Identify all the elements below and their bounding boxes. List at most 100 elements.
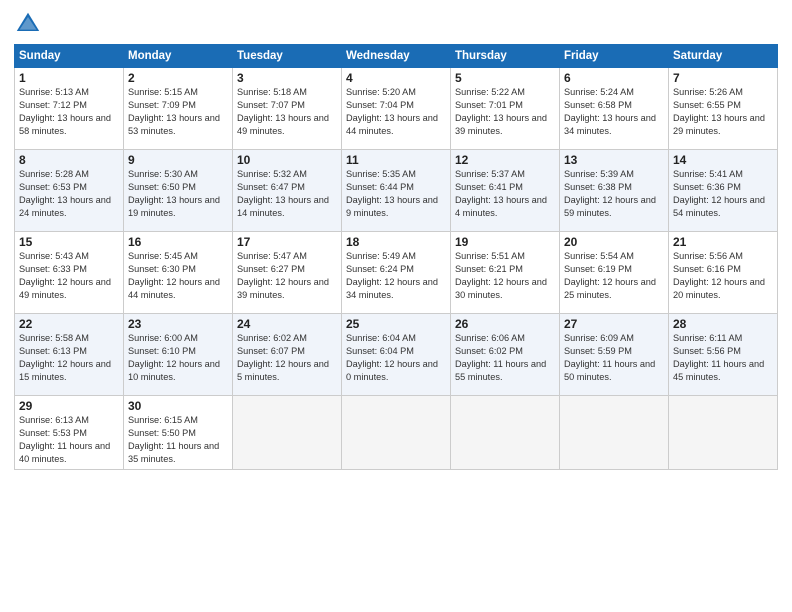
table-row	[451, 396, 560, 470]
table-row	[233, 396, 342, 470]
table-row: 20Sunrise: 5:54 AMSunset: 6:19 PMDayligh…	[560, 232, 669, 314]
table-row: 26Sunrise: 6:06 AMSunset: 6:02 PMDayligh…	[451, 314, 560, 396]
day-info: Sunrise: 5:37 AMSunset: 6:41 PMDaylight:…	[455, 168, 555, 220]
table-row: 10Sunrise: 5:32 AMSunset: 6:47 PMDayligh…	[233, 150, 342, 232]
day-number: 24	[237, 317, 337, 331]
day-info: Sunrise: 5:24 AMSunset: 6:58 PMDaylight:…	[564, 86, 664, 138]
day-info: Sunrise: 6:02 AMSunset: 6:07 PMDaylight:…	[237, 332, 337, 384]
day-number: 22	[19, 317, 119, 331]
day-number: 7	[673, 71, 773, 85]
day-info: Sunrise: 6:00 AMSunset: 6:10 PMDaylight:…	[128, 332, 228, 384]
table-row: 8Sunrise: 5:28 AMSunset: 6:53 PMDaylight…	[15, 150, 124, 232]
table-row: 24Sunrise: 6:02 AMSunset: 6:07 PMDayligh…	[233, 314, 342, 396]
table-row: 7Sunrise: 5:26 AMSunset: 6:55 PMDaylight…	[669, 68, 778, 150]
day-info: Sunrise: 5:15 AMSunset: 7:09 PMDaylight:…	[128, 86, 228, 138]
day-number: 17	[237, 235, 337, 249]
day-number: 11	[346, 153, 446, 167]
table-row: 1Sunrise: 5:13 AMSunset: 7:12 PMDaylight…	[15, 68, 124, 150]
day-number: 14	[673, 153, 773, 167]
day-info: Sunrise: 5:28 AMSunset: 6:53 PMDaylight:…	[19, 168, 119, 220]
col-header-wednesday: Wednesday	[342, 45, 451, 68]
table-row	[560, 396, 669, 470]
day-info: Sunrise: 5:47 AMSunset: 6:27 PMDaylight:…	[237, 250, 337, 302]
day-info: Sunrise: 5:18 AMSunset: 7:07 PMDaylight:…	[237, 86, 337, 138]
day-number: 27	[564, 317, 664, 331]
day-info: Sunrise: 5:43 AMSunset: 6:33 PMDaylight:…	[19, 250, 119, 302]
day-info: Sunrise: 6:15 AMSunset: 5:50 PMDaylight:…	[128, 414, 228, 466]
day-number: 28	[673, 317, 773, 331]
day-info: Sunrise: 5:39 AMSunset: 6:38 PMDaylight:…	[564, 168, 664, 220]
col-header-monday: Monday	[124, 45, 233, 68]
col-header-tuesday: Tuesday	[233, 45, 342, 68]
table-row: 9Sunrise: 5:30 AMSunset: 6:50 PMDaylight…	[124, 150, 233, 232]
day-number: 12	[455, 153, 555, 167]
table-row: 19Sunrise: 5:51 AMSunset: 6:21 PMDayligh…	[451, 232, 560, 314]
day-number: 1	[19, 71, 119, 85]
day-info: Sunrise: 5:56 AMSunset: 6:16 PMDaylight:…	[673, 250, 773, 302]
table-row: 27Sunrise: 6:09 AMSunset: 5:59 PMDayligh…	[560, 314, 669, 396]
table-row: 21Sunrise: 5:56 AMSunset: 6:16 PMDayligh…	[669, 232, 778, 314]
table-row: 4Sunrise: 5:20 AMSunset: 7:04 PMDaylight…	[342, 68, 451, 150]
table-row: 23Sunrise: 6:00 AMSunset: 6:10 PMDayligh…	[124, 314, 233, 396]
day-number: 29	[19, 399, 119, 413]
day-number: 15	[19, 235, 119, 249]
table-row: 17Sunrise: 5:47 AMSunset: 6:27 PMDayligh…	[233, 232, 342, 314]
col-header-friday: Friday	[560, 45, 669, 68]
day-info: Sunrise: 5:51 AMSunset: 6:21 PMDaylight:…	[455, 250, 555, 302]
day-info: Sunrise: 5:54 AMSunset: 6:19 PMDaylight:…	[564, 250, 664, 302]
day-info: Sunrise: 5:45 AMSunset: 6:30 PMDaylight:…	[128, 250, 228, 302]
day-info: Sunrise: 5:22 AMSunset: 7:01 PMDaylight:…	[455, 86, 555, 138]
table-row: 18Sunrise: 5:49 AMSunset: 6:24 PMDayligh…	[342, 232, 451, 314]
header	[14, 10, 778, 38]
day-number: 5	[455, 71, 555, 85]
day-info: Sunrise: 5:20 AMSunset: 7:04 PMDaylight:…	[346, 86, 446, 138]
day-info: Sunrise: 5:49 AMSunset: 6:24 PMDaylight:…	[346, 250, 446, 302]
day-number: 26	[455, 317, 555, 331]
table-row: 2Sunrise: 5:15 AMSunset: 7:09 PMDaylight…	[124, 68, 233, 150]
day-info: Sunrise: 5:26 AMSunset: 6:55 PMDaylight:…	[673, 86, 773, 138]
table-row: 29Sunrise: 6:13 AMSunset: 5:53 PMDayligh…	[15, 396, 124, 470]
day-info: Sunrise: 6:04 AMSunset: 6:04 PMDaylight:…	[346, 332, 446, 384]
day-info: Sunrise: 6:13 AMSunset: 5:53 PMDaylight:…	[19, 414, 119, 466]
logo-icon	[14, 10, 42, 38]
day-number: 21	[673, 235, 773, 249]
day-number: 4	[346, 71, 446, 85]
day-number: 30	[128, 399, 228, 413]
day-number: 8	[19, 153, 119, 167]
table-row	[669, 396, 778, 470]
day-info: Sunrise: 5:58 AMSunset: 6:13 PMDaylight:…	[19, 332, 119, 384]
table-row: 22Sunrise: 5:58 AMSunset: 6:13 PMDayligh…	[15, 314, 124, 396]
day-info: Sunrise: 5:32 AMSunset: 6:47 PMDaylight:…	[237, 168, 337, 220]
day-number: 10	[237, 153, 337, 167]
day-number: 6	[564, 71, 664, 85]
table-row: 12Sunrise: 5:37 AMSunset: 6:41 PMDayligh…	[451, 150, 560, 232]
day-info: Sunrise: 5:35 AMSunset: 6:44 PMDaylight:…	[346, 168, 446, 220]
table-row: 6Sunrise: 5:24 AMSunset: 6:58 PMDaylight…	[560, 68, 669, 150]
col-header-thursday: Thursday	[451, 45, 560, 68]
day-number: 23	[128, 317, 228, 331]
day-number: 25	[346, 317, 446, 331]
table-row	[342, 396, 451, 470]
day-number: 9	[128, 153, 228, 167]
table-row: 5Sunrise: 5:22 AMSunset: 7:01 PMDaylight…	[451, 68, 560, 150]
day-number: 16	[128, 235, 228, 249]
table-row: 14Sunrise: 5:41 AMSunset: 6:36 PMDayligh…	[669, 150, 778, 232]
col-header-saturday: Saturday	[669, 45, 778, 68]
day-info: Sunrise: 6:06 AMSunset: 6:02 PMDaylight:…	[455, 332, 555, 384]
day-info: Sunrise: 5:41 AMSunset: 6:36 PMDaylight:…	[673, 168, 773, 220]
col-header-sunday: Sunday	[15, 45, 124, 68]
logo	[14, 10, 46, 38]
calendar-table: SundayMondayTuesdayWednesdayThursdayFrid…	[14, 44, 778, 470]
table-row: 15Sunrise: 5:43 AMSunset: 6:33 PMDayligh…	[15, 232, 124, 314]
day-number: 2	[128, 71, 228, 85]
table-row: 25Sunrise: 6:04 AMSunset: 6:04 PMDayligh…	[342, 314, 451, 396]
day-number: 13	[564, 153, 664, 167]
day-number: 19	[455, 235, 555, 249]
day-info: Sunrise: 6:09 AMSunset: 5:59 PMDaylight:…	[564, 332, 664, 384]
table-row: 30Sunrise: 6:15 AMSunset: 5:50 PMDayligh…	[124, 396, 233, 470]
day-info: Sunrise: 6:11 AMSunset: 5:56 PMDaylight:…	[673, 332, 773, 384]
page: SundayMondayTuesdayWednesdayThursdayFrid…	[0, 0, 792, 612]
table-row: 16Sunrise: 5:45 AMSunset: 6:30 PMDayligh…	[124, 232, 233, 314]
day-info: Sunrise: 5:30 AMSunset: 6:50 PMDaylight:…	[128, 168, 228, 220]
table-row: 3Sunrise: 5:18 AMSunset: 7:07 PMDaylight…	[233, 68, 342, 150]
